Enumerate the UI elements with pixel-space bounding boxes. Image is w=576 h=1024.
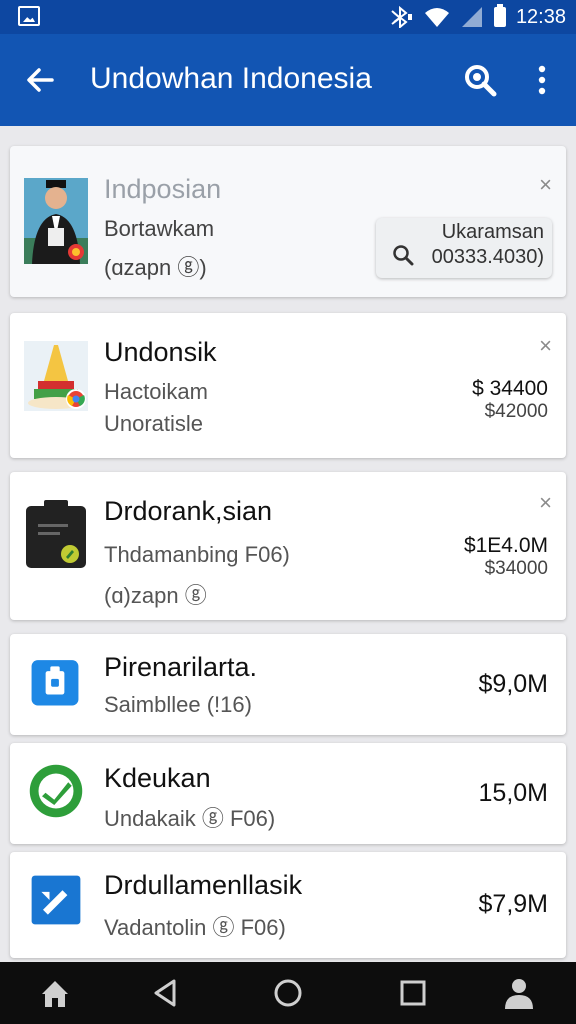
list-item[interactable]: Pirenarilarta. Saimbllee (!16) $9,0M xyxy=(10,634,566,735)
home-icon[interactable] xyxy=(38,976,72,1010)
signal-icon xyxy=(461,7,482,27)
item-price: $9,0M xyxy=(478,670,548,698)
item-detail: (ɑ)zapn ⓖ xyxy=(104,583,207,608)
device-thumbnail xyxy=(26,500,86,568)
item-price: 15,0M xyxy=(478,779,548,807)
item-subtitle: Undakaik ⓖ F06) xyxy=(104,806,276,831)
item-name: Drdorank,sian xyxy=(104,496,273,526)
item-name: Drdullamenllasik xyxy=(104,870,303,900)
item-subtitle: Hactoikam xyxy=(104,379,208,404)
item-subtitle: Vadantolin ⓖ F06) xyxy=(104,915,286,940)
item-price: $7,9M xyxy=(478,890,548,918)
item-detail: Unoratisle xyxy=(104,411,204,436)
item-price: $ 34400 xyxy=(472,377,548,400)
search-icon[interactable] xyxy=(462,62,498,98)
more-vert-icon[interactable] xyxy=(528,62,556,98)
item-subtitle: Thdamanbing F06) xyxy=(104,542,290,567)
item-subtitle: Bortawkam xyxy=(104,216,215,241)
item-name: Indposian xyxy=(104,174,222,204)
recents-square-icon[interactable] xyxy=(396,976,430,1010)
chip-value: 00333.4030) xyxy=(431,246,544,268)
list-item[interactable]: Indposian Bortawkam (ɑzapn ⓖ) × Ukaramsa… xyxy=(10,146,566,297)
search-icon xyxy=(393,245,414,266)
item-detail: (ɑzapn ⓖ) xyxy=(104,255,207,280)
app-bar: Undowhan Indonesia xyxy=(0,34,576,126)
battery-icon xyxy=(493,4,506,27)
status-icons: 12:38 xyxy=(388,4,566,30)
app-icon xyxy=(29,764,83,818)
home-circle-icon[interactable] xyxy=(271,976,305,1010)
price-chip[interactable]: Ukaramsan 00333.4030) xyxy=(376,218,552,278)
bluetooth-icon xyxy=(391,6,412,28)
page-title: Undowhan Indonesia xyxy=(90,62,372,95)
list-item[interactable]: Undonsik Hactoikam Unoratisle × $ 34400 … xyxy=(10,313,566,458)
chip-label: Ukaramsan xyxy=(441,221,544,243)
product-thumbnail xyxy=(24,341,88,411)
close-icon[interactable]: × xyxy=(539,490,552,516)
back-arrow-icon[interactable] xyxy=(22,60,62,100)
item-price: $1E4.0M xyxy=(463,534,548,557)
navigation-bar xyxy=(0,962,576,1024)
item-price-secondary: $42000 xyxy=(484,401,548,422)
list-item[interactable]: Drdorank,sian Thdamanbing F06) (ɑ)zapn ⓖ… xyxy=(10,472,566,620)
item-name: Kdeukan xyxy=(104,763,211,793)
list-item[interactable]: Drdullamenllasik Vadantolin ⓖ F06) $7,9M xyxy=(10,852,566,958)
close-icon[interactable]: × xyxy=(539,172,552,198)
image-icon xyxy=(18,6,40,26)
person-icon[interactable] xyxy=(502,976,536,1010)
wifi-icon xyxy=(424,8,449,27)
person-photo-thumbnail xyxy=(24,178,88,264)
item-subtitle: Saimbllee (!16) xyxy=(104,692,252,717)
app-icon xyxy=(31,660,79,706)
item-name: Undonsik xyxy=(104,337,217,367)
status-bar: 12:38 xyxy=(0,0,576,34)
back-triangle-icon[interactable] xyxy=(148,976,182,1010)
close-icon[interactable]: × xyxy=(539,333,552,359)
item-name: Pirenarilarta. xyxy=(104,652,258,682)
list-item[interactable]: Kdeukan Undakaik ⓖ F06) 15,0M xyxy=(10,743,566,844)
app-icon xyxy=(31,875,81,925)
status-time: 12:38 xyxy=(515,5,566,28)
item-price-secondary: $34000 xyxy=(484,558,548,579)
